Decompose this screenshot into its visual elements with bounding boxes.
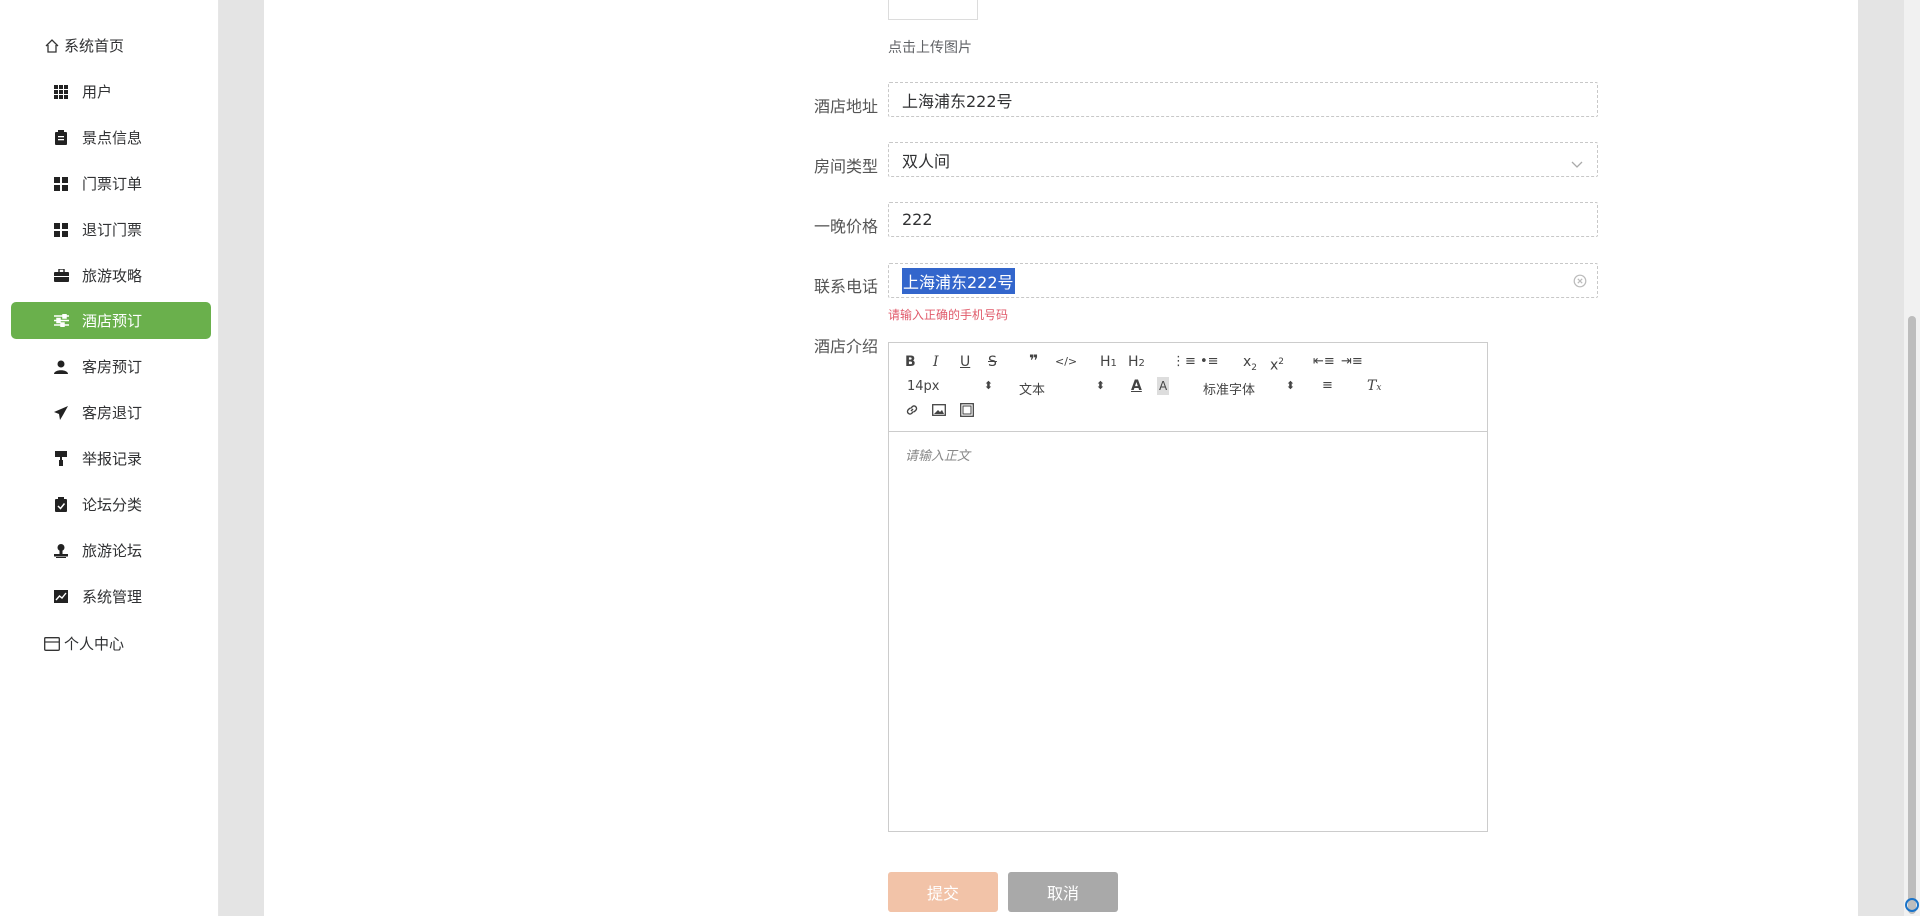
sidebar-item-travel-guides[interactable]: 旅游攻略: [11, 257, 211, 294]
rich-text-editor: B I U S ❞ </> H1 H2 ⋮≡ •≡ x2 x2 ⇤≡ ⇥≡ 14…: [888, 342, 1488, 832]
editor-content[interactable]: 请输入正文: [905, 445, 970, 464]
underline-icon[interactable]: U: [960, 353, 970, 371]
phone-input[interactable]: 上海浦东222号: [888, 263, 1598, 298]
sidebar-item-travel-forum[interactable]: 旅游论坛: [11, 532, 211, 569]
sidebar-item-ticket-refunds[interactable]: 退订门票: [11, 211, 211, 248]
sidebar-item-room-refund[interactable]: 客房退订: [11, 394, 211, 431]
sidebar-item-label: 景点信息: [82, 129, 143, 147]
sidebar-item-label: 系统管理: [82, 588, 143, 606]
sidebar-item-label: 举报记录: [82, 450, 143, 468]
submit-button[interactable]: 提交: [888, 872, 998, 912]
clear-format-icon[interactable]: Tx: [1367, 377, 1381, 397]
chart-icon: [53, 589, 69, 605]
intro-label: 酒店介绍: [814, 337, 879, 356]
home-icon: [44, 38, 60, 54]
page-scrollbar[interactable]: [1904, 0, 1920, 916]
bold-icon[interactable]: B: [905, 353, 916, 371]
heading-2-icon[interactable]: H2: [1128, 353, 1145, 373]
sidebar-item-hotel-booking[interactable]: 酒店预订: [11, 302, 211, 339]
phone-value: 上海浦东222号: [902, 267, 1015, 294]
main-panel: 点击上传图片 酒店地址 上海浦东222号 房间类型 双人间 一晚价格 222 联…: [264, 0, 1858, 916]
editor-toolbar: B I U S ❞ </> H1 H2 ⋮≡ •≡ x2 x2 ⇤≡ ⇥≡ 14…: [889, 343, 1487, 432]
clear-icon[interactable]: [1573, 273, 1587, 292]
indent-icon[interactable]: ⇥≡: [1341, 353, 1363, 371]
id-card-icon: [44, 636, 60, 652]
clipboard-check-icon: [53, 497, 69, 513]
sidebar-item-forum-categories[interactable]: 论坛分类: [11, 486, 211, 523]
superscript-icon[interactable]: x2: [1270, 353, 1284, 375]
sliders-icon: [53, 313, 69, 329]
image-icon[interactable]: [932, 403, 946, 421]
sidebar-item-label: 客房预订: [82, 358, 143, 376]
sidebar-item-label: 客房退订: [82, 404, 143, 422]
font-family-select[interactable]: 标准字体: [1203, 379, 1295, 398]
sidebar-item-room-booking[interactable]: 客房预订: [11, 348, 211, 385]
bullet-list-icon[interactable]: •≡: [1200, 353, 1219, 371]
font-color-icon[interactable]: A: [1131, 377, 1142, 395]
strikethrough-icon[interactable]: S: [988, 353, 997, 371]
sidebar-item-label: 用户: [82, 83, 113, 101]
upload-hint: 点击上传图片: [888, 40, 972, 56]
sidebar-item-label: 门票订单: [82, 175, 143, 193]
send-icon: [53, 405, 69, 421]
sidebar-item-label: 个人中心: [64, 635, 125, 653]
price-label: 一晚价格: [814, 217, 879, 236]
sidebar: 系统首页 用户 景点信息 门票订单 退订门票 旅游攻略 酒店预订 客房预订 客房…: [0, 0, 219, 916]
address-value: 上海浦东222号: [902, 91, 1013, 111]
link-icon[interactable]: [905, 403, 919, 422]
italic-icon[interactable]: I: [933, 353, 939, 371]
room-type-value: 双人间: [902, 151, 951, 171]
sidebar-item-label: 论坛分类: [82, 496, 143, 514]
grid-icon: [53, 84, 69, 100]
sidebar-item-attractions[interactable]: 景点信息: [11, 119, 211, 156]
chevron-down-icon: [1571, 154, 1583, 173]
align-icon[interactable]: ≡: [1322, 377, 1333, 395]
video-icon[interactable]: [960, 403, 974, 422]
room-type-label: 房间类型: [814, 157, 879, 176]
outdent-icon[interactable]: ⇤≡: [1313, 353, 1335, 371]
price-value: 222: [902, 210, 933, 229]
stamp-icon: [53, 543, 69, 559]
blockquote-icon[interactable]: ❞: [1029, 352, 1038, 370]
phone-label: 联系电话: [814, 277, 879, 296]
briefcase-icon: [53, 268, 69, 284]
heading-1-icon[interactable]: H1: [1100, 353, 1117, 373]
address-input[interactable]: 上海浦东222号: [888, 82, 1598, 117]
scroll-indicator-icon: [1905, 898, 1919, 912]
sidebar-item-label: 旅游攻略: [82, 267, 143, 285]
subscript-icon[interactable]: x2: [1243, 353, 1257, 377]
sidebar-item-label: 退订门票: [82, 221, 143, 239]
cancel-button[interactable]: 取消: [1008, 872, 1118, 912]
code-block-icon[interactable]: </>: [1055, 353, 1077, 371]
text-style-select[interactable]: 文本: [1019, 379, 1105, 398]
sidebar-item-system-management[interactable]: 系统管理: [11, 578, 211, 615]
sidebar-item-home[interactable]: 系统首页: [11, 27, 211, 64]
room-type-select[interactable]: 双人间: [888, 142, 1598, 177]
image-upload-box[interactable]: [888, 0, 978, 20]
sidebar-item-label: 系统首页: [64, 37, 125, 55]
font-size-select[interactable]: 14px: [907, 379, 993, 394]
price-input[interactable]: 222: [888, 202, 1598, 237]
sidebar-item-personal-center[interactable]: 个人中心: [11, 625, 211, 662]
sidebar-item-reports[interactable]: 举报记录: [11, 440, 211, 477]
apps-icon: [53, 176, 69, 192]
user-icon: [53, 359, 69, 375]
scrollbar-thumb[interactable]: [1908, 316, 1916, 914]
clipboard-icon: [53, 130, 69, 146]
address-label: 酒店地址: [814, 97, 879, 116]
sidebar-item-users[interactable]: 用户: [11, 73, 211, 110]
sidebar-item-label: 旅游论坛: [82, 542, 143, 560]
apps-icon: [53, 222, 69, 238]
paint-roller-icon: [53, 451, 69, 467]
sidebar-item-ticket-orders[interactable]: 门票订单: [11, 165, 211, 202]
background-color-icon[interactable]: A: [1157, 377, 1170, 395]
phone-error-message: 请输入正确的手机号码: [888, 308, 1009, 322]
ordered-list-icon[interactable]: ⋮≡: [1172, 353, 1196, 371]
sidebar-item-label: 酒店预订: [82, 312, 143, 330]
